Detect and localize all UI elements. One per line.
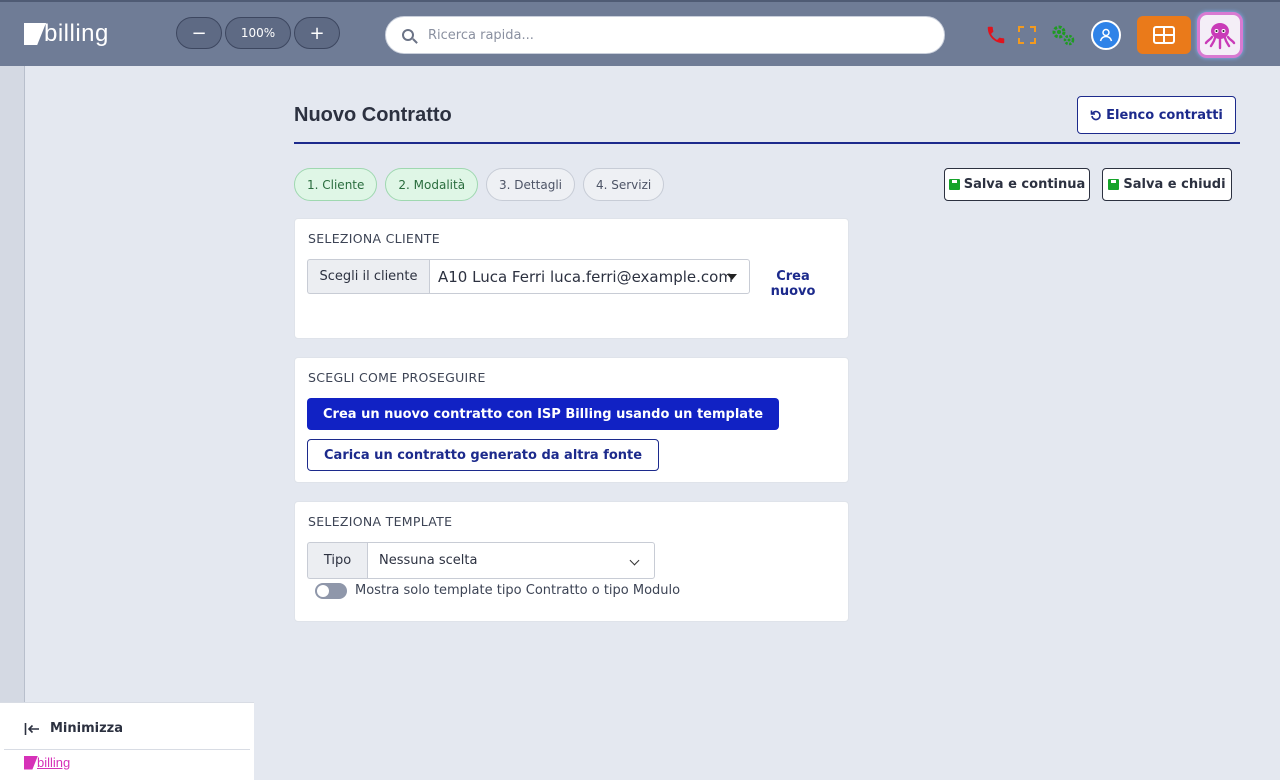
- template-filter-label: Mostra solo template tipo Contratto o ti…: [355, 583, 681, 598]
- octopus-avatar[interactable]: [1197, 12, 1243, 58]
- sidebar-collapsed: [0, 66, 25, 702]
- fullscreen-icon[interactable]: [1014, 22, 1040, 48]
- top-bar: billing − 100% +: [0, 0, 1280, 66]
- page-title: Nuovo Contratto: [294, 104, 452, 126]
- logo-text: billing: [44, 20, 109, 47]
- zoom-in-button[interactable]: +: [294, 17, 340, 49]
- client-select[interactable]: A10 Luca Ferri luca.ferri@example.com: [429, 259, 750, 294]
- template-section-title: SELEZIONA TEMPLATE: [308, 514, 453, 529]
- contracts-list-label: Elenco contratti: [1106, 107, 1223, 123]
- minimize-sidebar-button[interactable]: Minimizza: [24, 721, 123, 736]
- search-input[interactable]: [428, 27, 908, 43]
- step-modalita[interactable]: 2. Modalità: [385, 168, 479, 201]
- caret-down-icon: [727, 273, 737, 280]
- proceed-section-title: SCEGLI COME PROSEGUIRE: [308, 370, 486, 385]
- template-type-addon: Tipo: [307, 542, 367, 579]
- save-icon: [1108, 179, 1120, 190]
- quick-search: [385, 16, 945, 54]
- footer-logo[interactable]: billing: [24, 755, 70, 770]
- step-servizi[interactable]: 4. Servizi: [582, 168, 665, 201]
- step-cliente[interactable]: 1. Cliente: [294, 168, 378, 201]
- undo-icon: [1090, 110, 1101, 121]
- save-continue-label: Salva e continua: [963, 177, 1086, 192]
- contracts-list-button[interactable]: Elenco contratti: [1077, 96, 1236, 134]
- user-icon[interactable]: [1091, 20, 1121, 50]
- create-from-template-button[interactable]: Crea un nuovo contratto con ISP Billing …: [307, 398, 780, 430]
- logo-mark-icon: [24, 23, 46, 45]
- gears-icon[interactable]: [1049, 22, 1077, 48]
- step-dettagli[interactable]: 3. Dettagli: [486, 168, 575, 201]
- save-continue-button[interactable]: Salva e continua: [944, 168, 1090, 201]
- upload-contract-button[interactable]: Carica un contratto generato da altra fo…: [307, 439, 660, 471]
- zoom-controls: − 100% +: [176, 17, 340, 49]
- template-type-select[interactable]: Nessuna scelta: [367, 542, 655, 579]
- save-close-label: Salva e chiudi: [1123, 177, 1226, 192]
- proceed-card: SCEGLI COME PROSEGUIRE Crea un nuovo con…: [294, 357, 849, 483]
- client-selected-value: A10 Luca Ferri luca.ferri@example.com: [438, 267, 733, 286]
- apps-grid-button[interactable]: [1137, 16, 1191, 54]
- zoom-out-button[interactable]: −: [176, 17, 222, 49]
- minimize-label: Minimizza: [50, 721, 124, 736]
- template-type-value: Nessuna scelta: [379, 553, 478, 568]
- grid-icon: [1153, 26, 1175, 44]
- client-section-title: SELEZIONA CLIENTE: [308, 231, 440, 246]
- template-card: SELEZIONA TEMPLATE Tipo Nessuna scelta M…: [294, 501, 849, 622]
- phone-icon[interactable]: [983, 22, 1009, 48]
- search-icon: [402, 29, 414, 41]
- footer-logo-text: billing: [37, 755, 71, 770]
- footer-logo-mark-icon: [24, 755, 38, 770]
- zoom-level[interactable]: 100%: [225, 17, 291, 49]
- title-divider: [294, 142, 1240, 144]
- client-addon-label: Scegli il cliente: [307, 259, 429, 294]
- wizard-steps: 1. Cliente 2. Modalità 3. Dettagli 4. Se…: [294, 168, 665, 201]
- app-logo[interactable]: billing: [24, 20, 124, 48]
- template-filter-toggle[interactable]: [315, 583, 347, 599]
- footer-divider: [4, 749, 250, 750]
- sidebar-footer: Minimizza billing: [0, 702, 254, 780]
- save-icon: [948, 179, 960, 190]
- save-close-button[interactable]: Salva e chiudi: [1102, 168, 1232, 201]
- client-card: SELEZIONA CLIENTE Scegli il cliente A10 …: [294, 218, 849, 339]
- collapse-left-icon: [24, 722, 39, 735]
- chevron-down-icon: [629, 555, 640, 566]
- create-new-client-link[interactable]: Crea nuovo: [767, 269, 819, 299]
